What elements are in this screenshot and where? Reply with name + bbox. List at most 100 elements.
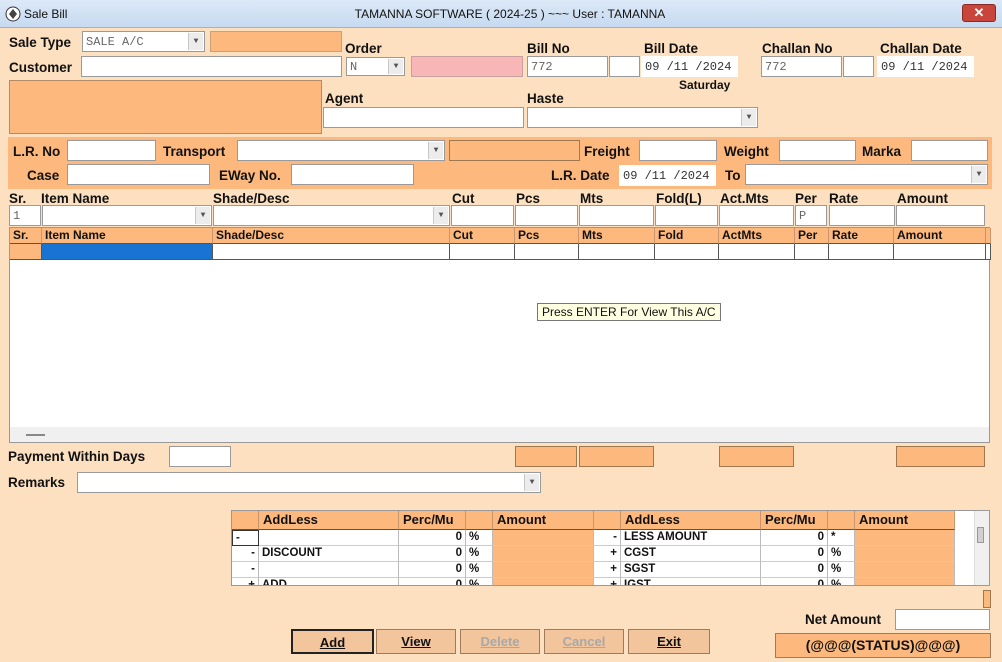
grid-header-mts[interactable]: Mts	[579, 228, 655, 244]
eway-field[interactable]	[291, 164, 414, 185]
grid-cell[interactable]	[795, 244, 829, 260]
entry-item-combo[interactable]: ▼	[42, 205, 212, 226]
entry-cut-field[interactable]	[451, 205, 514, 226]
grid-header-shade[interactable]: Shade/Desc	[213, 228, 450, 244]
lr-date-field[interactable]: 09 /11 /2024	[619, 165, 716, 186]
entry-fold-field[interactable]	[655, 205, 718, 226]
grid-cell-selected[interactable]	[42, 244, 213, 260]
haste-combo[interactable]: ▼	[527, 107, 758, 128]
case-field[interactable]	[67, 164, 210, 185]
addless-perc[interactable]: 0	[399, 546, 466, 562]
table-row[interactable]	[10, 244, 42, 260]
grid-scroll-thumb[interactable]	[26, 434, 45, 436]
chevron-down-icon[interactable]: ▼	[195, 207, 210, 224]
addless-vscrollbar[interactable]	[974, 511, 989, 585]
grid-header-sr[interactable]: Sr.	[10, 228, 42, 244]
addless-perc[interactable]: 0	[399, 578, 466, 585]
grid-cell[interactable]	[515, 244, 579, 260]
order-combo[interactable]: N ▼	[346, 57, 405, 76]
entry-actmts-field[interactable]	[719, 205, 794, 226]
grid-cell[interactable]	[655, 244, 719, 260]
addless-sign[interactable]: +	[232, 578, 259, 585]
grid-cell[interactable]	[213, 244, 450, 260]
grid-header-pcs[interactable]: Pcs	[515, 228, 579, 244]
addless-name[interactable]: ADD	[259, 578, 399, 585]
grid-header-fold[interactable]: Fold	[655, 228, 719, 244]
addless-scroll-thumb[interactable]	[977, 527, 984, 543]
grid-header-actmts[interactable]: ActMts	[719, 228, 795, 244]
entry-amount-field[interactable]	[896, 205, 985, 226]
grid-header-rate[interactable]: Rate	[829, 228, 894, 244]
lr-no-field[interactable]	[67, 140, 156, 161]
addless-header-name[interactable]: AddLess	[259, 511, 399, 530]
addless-perc[interactable]: 0	[399, 530, 466, 546]
entry-per-field[interactable]: P	[795, 205, 827, 226]
addless-sign[interactable]: +	[594, 562, 621, 578]
chevron-down-icon[interactable]: ▼	[741, 109, 756, 126]
addless-sign[interactable]: -	[232, 546, 259, 562]
challan-no-suffix[interactable]	[843, 56, 874, 77]
freight-field[interactable]	[639, 140, 717, 161]
grid-cell[interactable]	[894, 244, 986, 260]
bill-date-field[interactable]: 09 /11 /2024	[641, 56, 738, 77]
addless-header-amount[interactable]: Amount	[493, 511, 594, 530]
addless-perc[interactable]: 0	[761, 562, 828, 578]
challan-date-field[interactable]: 09 /11 /2024	[877, 56, 974, 77]
delete-button[interactable]: Delete	[460, 629, 540, 654]
addless-name[interactable]: CGST	[621, 546, 761, 562]
chevron-down-icon[interactable]: ▼	[428, 142, 443, 159]
sale-type-combo[interactable]: SALE A/C ▼	[82, 31, 205, 52]
addless-header-amount2[interactable]: Amount	[855, 511, 955, 530]
grid-cell[interactable]	[719, 244, 795, 260]
bill-no-suffix[interactable]	[609, 56, 640, 77]
item-grid[interactable]: Sr. Item Name Shade/Desc Cut Pcs Mts Fol…	[9, 227, 991, 443]
challan-no-field[interactable]: 772	[761, 56, 842, 77]
cancel-button[interactable]: Cancel	[544, 629, 624, 654]
bill-no-field[interactable]: 772	[527, 56, 608, 77]
addless-header-perc2[interactable]: Perc/Mu	[761, 511, 828, 530]
chevron-down-icon[interactable]: ▼	[188, 33, 203, 50]
addless-name[interactable]: LESS AMOUNT	[621, 530, 761, 546]
exit-button[interactable]: Exit	[628, 629, 710, 654]
addless-perc[interactable]: 0	[399, 562, 466, 578]
entry-pcs-field[interactable]	[515, 205, 578, 226]
grid-cell[interactable]	[450, 244, 515, 260]
addless-name[interactable]	[259, 562, 399, 578]
grid-cell[interactable]	[829, 244, 894, 260]
chevron-down-icon[interactable]: ▼	[388, 59, 403, 74]
addless-sign[interactable]: -	[232, 530, 259, 546]
addless-perc[interactable]: 0	[761, 530, 828, 546]
chevron-down-icon[interactable]: ▼	[971, 166, 986, 183]
close-button[interactable]: ✕	[962, 4, 996, 22]
addless-perc[interactable]: 0	[761, 546, 828, 562]
grid-hscrollbar[interactable]	[10, 427, 989, 442]
addless-header-name2[interactable]: AddLess	[621, 511, 761, 530]
remarks-combo[interactable]: ▼	[77, 472, 541, 493]
view-button[interactable]: View	[376, 629, 456, 654]
weight-field[interactable]	[779, 140, 856, 161]
addless-header-perc[interactable]: Perc/Mu	[399, 511, 466, 530]
entry-sr-field[interactable]: 1	[9, 205, 41, 226]
addless-sign[interactable]: -	[232, 562, 259, 578]
addless-perc[interactable]: 0	[761, 578, 828, 585]
chevron-down-icon[interactable]: ▼	[524, 474, 539, 491]
marka-field[interactable]	[911, 140, 988, 161]
addless-name[interactable]: IGST	[621, 578, 761, 585]
add-button[interactable]: Add	[291, 629, 374, 654]
grid-header-per[interactable]: Per	[795, 228, 829, 244]
entry-mts-field[interactable]	[579, 205, 654, 226]
addless-sign[interactable]: -	[594, 530, 621, 546]
chevron-down-icon[interactable]: ▼	[433, 207, 448, 224]
addless-name[interactable]: SGST	[621, 562, 761, 578]
addless-name[interactable]	[259, 530, 399, 546]
transport-combo[interactable]: ▼	[237, 140, 445, 161]
addless-panel[interactable]: AddLess Perc/Mu Amount AddLess Perc/Mu A…	[231, 510, 990, 586]
customer-field[interactable]	[81, 56, 342, 77]
grid-header-cut[interactable]: Cut	[450, 228, 515, 244]
grid-header-amount[interactable]: Amount	[894, 228, 986, 244]
addless-name[interactable]: DISCOUNT	[259, 546, 399, 562]
grid-header-item[interactable]: Item Name	[42, 228, 213, 244]
to-combo[interactable]: ▼	[745, 164, 988, 185]
addless-sign[interactable]: +	[594, 546, 621, 562]
addless-sign[interactable]: +	[594, 578, 621, 585]
